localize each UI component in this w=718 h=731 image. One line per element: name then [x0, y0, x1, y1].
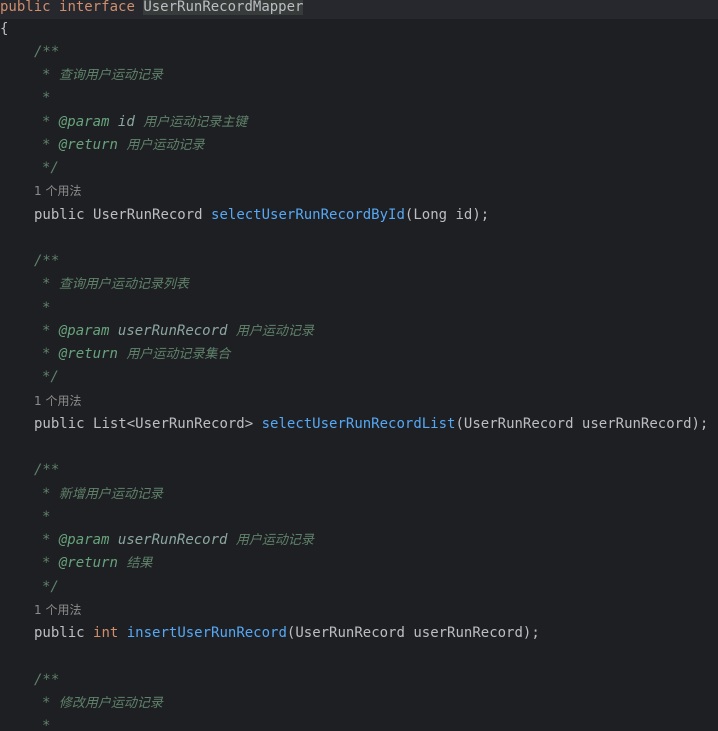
- method-name-selectUserRunRecordList[interactable]: selectUserRunRecordList: [262, 416, 456, 432]
- method-args: UserRunRecord userRunRecord);: [463, 416, 709, 432]
- code-editor[interactable]: public interface UserRunRecordMapper { /…: [0, 0, 718, 731]
- return-type: int: [93, 625, 119, 641]
- doc-summary: 新增用户运动记录: [58, 487, 163, 502]
- usage-hint[interactable]: 1 个用法: [0, 390, 81, 413]
- method-declaration-line[interactable]: public int insertUserRunRecord(UserRunRe…: [0, 622, 540, 645]
- doc-param-line[interactable]: * @param userRunRecord 用户运动记录: [0, 529, 314, 552]
- usage-hint[interactable]: 1 个用法: [0, 180, 81, 203]
- method-args: Long id);: [413, 207, 490, 223]
- return-desc: 结果: [126, 556, 153, 571]
- doc-blank-line[interactable]: *: [0, 297, 50, 320]
- keyword-interface: interface: [59, 0, 135, 15]
- doc-summary-line[interactable]: * 查询用户运动记录列表: [0, 273, 189, 296]
- interface-declaration-line[interactable]: public interface UserRunRecordMapper: [0, 0, 718, 19]
- usage-hint[interactable]: 1 个用法: [0, 599, 81, 622]
- doc-comment-open[interactable]: /**: [0, 41, 59, 64]
- doc-summary: 查询用户运动记录列表: [58, 277, 189, 292]
- usage-count-link[interactable]: 1 个用法: [34, 603, 81, 617]
- param-name: id: [117, 114, 135, 130]
- doc-return-line[interactable]: * @return 结果: [0, 552, 152, 575]
- param-tag: @param: [58, 114, 110, 130]
- doc-return-line[interactable]: * @return 用户运动记录集合: [0, 343, 230, 366]
- doc-comment-close[interactable]: */: [0, 576, 59, 599]
- return-tag: @return: [58, 346, 118, 362]
- open-brace-line[interactable]: {: [0, 18, 8, 41]
- param-name: userRunRecord: [117, 323, 228, 339]
- doc-param-line[interactable]: * @param id 用户运动记录主键: [0, 111, 247, 134]
- doc-summary: 查询用户运动记录: [58, 68, 163, 83]
- param-desc: 用户运动记录: [235, 533, 314, 548]
- return-tag: @return: [58, 555, 118, 571]
- usage-count-link[interactable]: 1 个用法: [34, 184, 81, 198]
- return-desc: 用户运动记录集合: [126, 347, 231, 362]
- method-name-selectUserRunRecordById[interactable]: selectUserRunRecordById: [211, 207, 405, 223]
- doc-comment-open[interactable]: /**: [0, 459, 59, 482]
- return-tag: @return: [58, 137, 118, 153]
- param-name: userRunRecord: [117, 532, 228, 548]
- usage-count-link[interactable]: 1 个用法: [34, 394, 81, 408]
- param-desc: 用户运动记录: [235, 324, 314, 339]
- method-args: UserRunRecord userRunRecord);: [295, 625, 540, 641]
- doc-param-line[interactable]: * @param userRunRecord 用户运动记录: [0, 320, 314, 343]
- doc-comment-close[interactable]: */: [0, 157, 59, 180]
- param-tag: @param: [58, 323, 110, 339]
- doc-summary-line[interactable]: * 修改用户运动记录: [0, 692, 163, 715]
- doc-blank-line[interactable]: *: [0, 87, 50, 110]
- interface-name[interactable]: UserRunRecordMapper: [143, 0, 304, 15]
- param-desc: 用户运动记录主键: [143, 115, 248, 130]
- keyword-public: public: [0, 0, 51, 15]
- doc-summary-line[interactable]: * 查询用户运动记录: [0, 64, 163, 87]
- doc-blank-line[interactable]: *: [0, 506, 50, 529]
- doc-comment-open[interactable]: /**: [0, 250, 59, 273]
- open-brace: {: [0, 21, 9, 37]
- doc-comment-close[interactable]: */: [0, 366, 59, 389]
- param-tag: @param: [58, 532, 110, 548]
- return-desc: 用户运动记录: [126, 138, 205, 153]
- method-name-insertUserRunRecord[interactable]: insertUserRunRecord: [127, 625, 287, 641]
- return-type: List<UserRunRecord>: [93, 416, 254, 432]
- return-type: UserRunRecord: [93, 207, 203, 223]
- method-declaration-line[interactable]: public List<UserRunRecord> selectUserRun…: [0, 413, 708, 436]
- doc-summary-line[interactable]: * 新增用户运动记录: [0, 483, 163, 506]
- doc-blank-line[interactable]: *: [0, 715, 50, 731]
- doc-return-line[interactable]: * @return 用户运动记录: [0, 134, 204, 157]
- doc-summary: 修改用户运动记录: [58, 696, 163, 711]
- method-declaration-line[interactable]: public UserRunRecord selectUserRunRecord…: [0, 204, 489, 227]
- doc-comment-open[interactable]: /**: [0, 669, 59, 692]
